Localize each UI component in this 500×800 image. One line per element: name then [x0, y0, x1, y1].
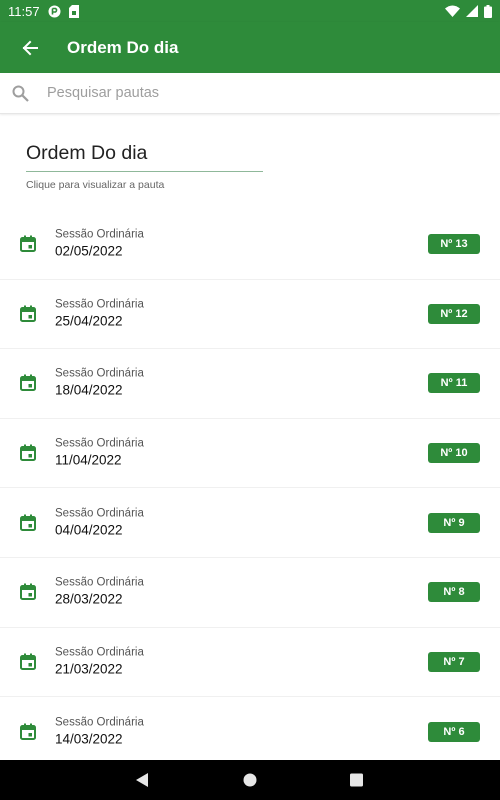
- session-number-badge: Nº 7: [428, 651, 480, 672]
- session-text: Sessão Ordinária 25/04/2022: [55, 297, 144, 330]
- session-number-badge: Nº 10: [428, 443, 480, 464]
- session-number-badge: Nº 13: [428, 234, 480, 255]
- session-type: Sessão Ordinária: [55, 298, 144, 311]
- session-type: Sessão Ordinária: [55, 228, 144, 241]
- session-date: 11/04/2022: [55, 452, 122, 468]
- session-list-item[interactable]: Sessão Ordinária 25/04/2022 Nº 12: [0, 280, 500, 350]
- session-text: Sessão Ordinária 11/04/2022: [55, 437, 144, 470]
- calendar-icon: [19, 374, 37, 392]
- search-icon: [10, 83, 30, 103]
- session-date: 28/03/2022: [55, 591, 123, 607]
- sim-card-icon: [68, 4, 80, 18]
- session-date: 14/03/2022: [55, 731, 123, 747]
- session-list-item[interactable]: Sessão Ordinária 18/04/2022 Nº 11: [0, 349, 500, 419]
- session-number-badge: Nº 12: [428, 303, 480, 324]
- wifi-icon: [445, 5, 460, 17]
- session-text: Sessão Ordinária 18/04/2022: [55, 367, 144, 400]
- status-bar-right: [445, 4, 492, 18]
- calendar-icon: [19, 235, 37, 253]
- status-bar: 11:57: [0, 0, 500, 22]
- arrow-back-icon[interactable]: [18, 36, 42, 60]
- session-text: Sessão Ordinária 28/03/2022: [55, 576, 144, 609]
- session-date: 21/03/2022: [55, 661, 123, 677]
- session-list-item[interactable]: Sessão Ordinária 21/03/2022 Nº 7: [0, 628, 500, 698]
- session-number-badge: Nº 8: [428, 582, 480, 603]
- system-nav-bar: [0, 760, 500, 800]
- search-input[interactable]: [47, 85, 447, 101]
- session-text: Sessão Ordinária 21/03/2022: [55, 645, 144, 678]
- session-list: Sessão Ordinária 02/05/2022 Nº 13 Sessão Or…: [0, 210, 500, 767]
- session-type: Sessão Ordinária: [55, 367, 144, 380]
- section-subtitle: Clique para visualizar a pauta: [26, 179, 165, 191]
- status-bar-left: 11:57: [8, 4, 80, 19]
- session-list-item[interactable]: Sessão Ordinária 14/03/2022 Nº 6: [0, 697, 500, 767]
- back-triangle-icon[interactable]: [136, 773, 149, 787]
- session-number-badge: Nº 6: [428, 721, 480, 742]
- session-date: 18/04/2022: [55, 382, 123, 398]
- calendar-icon: [19, 723, 37, 741]
- session-date: 25/04/2022: [55, 313, 123, 329]
- calendar-icon: [19, 514, 37, 532]
- session-number-badge: Nº 9: [428, 512, 480, 533]
- recents-square-icon[interactable]: [350, 773, 363, 787]
- session-list-item[interactable]: Sessão Ordinária 02/05/2022 Nº 13: [0, 210, 500, 280]
- session-number-badge: Nº 11: [428, 373, 480, 394]
- calendar-icon: [19, 444, 37, 462]
- calendar-icon: [19, 653, 37, 671]
- session-type: Sessão Ordinária: [55, 646, 144, 659]
- session-text: Sessão Ordinária 14/03/2022: [55, 715, 144, 748]
- signal-icon: [466, 5, 478, 17]
- session-date: 04/04/2022: [55, 522, 123, 538]
- session-list-item[interactable]: Sessão Ordinária 11/04/2022 Nº 10: [0, 419, 500, 489]
- page-title: Ordem Do dia: [67, 37, 179, 57]
- session-date: 02/05/2022: [55, 243, 123, 259]
- home-circle-icon[interactable]: [243, 773, 257, 787]
- sync-icon: [48, 5, 61, 18]
- battery-icon: [484, 4, 492, 18]
- session-type: Sessão Ordinária: [55, 507, 144, 520]
- calendar-icon: [19, 305, 37, 323]
- session-type: Sessão Ordinária: [55, 716, 144, 729]
- calendar-icon: [19, 583, 37, 601]
- status-time: 11:57: [8, 3, 40, 19]
- section-title: Ordem Do dia: [26, 142, 263, 172]
- session-text: Sessão Ordinária 04/04/2022: [55, 506, 144, 539]
- session-type: Sessão Ordinária: [55, 576, 144, 589]
- session-list-item[interactable]: Sessão Ordinária 04/04/2022 Nº 9: [0, 488, 500, 558]
- session-type: Sessão Ordinária: [55, 437, 144, 450]
- session-list-item[interactable]: Sessão Ordinária 28/03/2022 Nº 8: [0, 558, 500, 628]
- section-header: Ordem Do dia Clique para visualizar a pa…: [26, 142, 263, 191]
- app-bar: Ordem Do dia: [0, 22, 500, 73]
- session-text: Sessão Ordinária 02/05/2022: [55, 228, 144, 261]
- search-bar: [0, 73, 500, 114]
